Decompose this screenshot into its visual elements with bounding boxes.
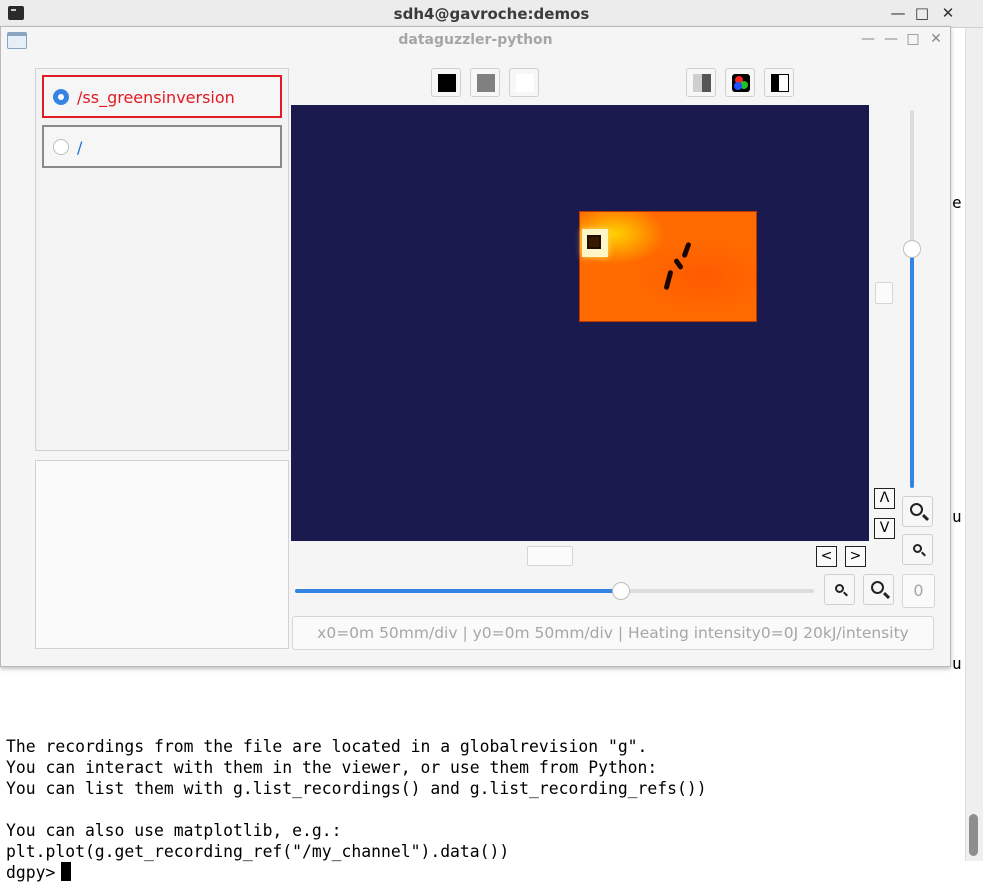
horizontal-slider-fill — [295, 589, 621, 593]
crack-feature — [663, 269, 674, 291]
crack-feature — [681, 241, 692, 259]
minimize-icon[interactable]: — — [889, 4, 907, 22]
gray-color-button[interactable] — [470, 68, 500, 97]
hot-spot-marker — [582, 229, 608, 257]
reset-zoom-button[interactable]: 0 — [902, 574, 935, 608]
terminal-prompt: dgpy> — [6, 863, 56, 882]
rgb-colormap-button[interactable] — [725, 68, 755, 97]
terminal-cursor — [61, 862, 72, 881]
close-icon[interactable]: ✕ — [939, 4, 957, 22]
horizontal-zoom-out-button[interactable] — [824, 574, 855, 605]
image-viewer[interactable] — [291, 105, 869, 541]
terminal-scrollbar-thumb[interactable] — [969, 814, 978, 856]
terminal-scrollbar[interactable] — [965, 28, 983, 861]
app-titlebar: dataguzzler-python — — □ ✕ — [1, 27, 950, 55]
pan-left-button[interactable]: < — [816, 546, 837, 567]
terminal-line: You can interact with them in the viewer… — [6, 758, 658, 777]
maximize-icon[interactable]: □ — [905, 31, 921, 47]
terminal-line: You can list them with g.list_recordings… — [6, 779, 707, 798]
terminal-line: The recordings from the file are located… — [6, 737, 648, 756]
scale-status-bar: x0=0m 50mm/div | y0=0m 50mm/div | Heatin… — [292, 616, 934, 650]
magnifier-icon — [910, 503, 923, 516]
vertical-zoom-in-button[interactable] — [902, 496, 933, 527]
restore-icon[interactable]: — — [883, 31, 899, 47]
terminal-line: You can also use matplotlib, e.g.: — [6, 821, 342, 840]
white-swatch-icon — [516, 74, 534, 92]
heating-intensity-image — [579, 211, 757, 322]
magnifier-icon — [871, 581, 884, 594]
horizontal-slider-handle[interactable] — [612, 582, 630, 600]
rgb-icon — [732, 74, 750, 92]
white-color-button[interactable] — [509, 68, 539, 97]
terminal-text-fragment: u — [952, 507, 962, 526]
pan-up-button[interactable]: Λ — [874, 488, 895, 509]
crack-feature — [673, 257, 684, 271]
terminal-text-fragment: u — [952, 654, 962, 673]
vertical-scroll-handle[interactable] — [875, 282, 893, 304]
horizontal-zoom-in-button[interactable] — [863, 574, 894, 605]
radio-selected-icon[interactable] — [53, 89, 69, 105]
app-title: dataguzzler-python — [398, 32, 553, 48]
pan-down-button[interactable]: V — [874, 518, 895, 539]
vertical-zoom-out-button[interactable] — [902, 534, 933, 565]
black-color-button[interactable] — [431, 68, 461, 97]
black-white-icon — [771, 74, 789, 92]
vertical-slider-handle[interactable] — [903, 240, 921, 258]
gray-swatch-icon — [477, 74, 495, 92]
terminal-prompt-line: dgpy> — [6, 862, 707, 883]
radio-unselected-icon[interactable] — [53, 139, 69, 155]
minimize-icon[interactable]: — — [860, 31, 876, 47]
vertical-slider-fill — [910, 249, 914, 488]
magnifier-small-icon — [913, 544, 922, 553]
terminal-title: sdh4@gavroche:demos — [393, 5, 590, 23]
info-panel — [35, 460, 289, 649]
pan-right-button[interactable]: > — [845, 546, 866, 567]
terminal-line: ​ — [6, 799, 707, 820]
horizontal-scroll-handle[interactable] — [527, 546, 573, 566]
black-swatch-icon — [438, 74, 456, 92]
terminal-titlebar: sdh4@gavroche:demos — □ ✕ — [0, 0, 983, 28]
terminal-text-fragment: e — [952, 193, 962, 212]
recordings-list: /ss_greensinversion / — [35, 68, 289, 451]
magnifier-small-icon — [835, 584, 844, 593]
recording-item-root[interactable]: / — [42, 125, 282, 168]
grayscale-icon — [693, 74, 711, 92]
recording-label: / — [77, 138, 83, 157]
grayscale-colormap-button[interactable] — [686, 68, 716, 97]
app-window: dataguzzler-python — — □ ✕ /ss_greensinv… — [0, 26, 951, 667]
recording-item-ss-greensinversion[interactable]: /ss_greensinversion — [42, 75, 282, 118]
terminal-line: plt.plot(g.get_recording_ref("/my_channe… — [6, 842, 510, 861]
maximize-icon[interactable]: □ — [913, 4, 931, 22]
close-icon[interactable]: ✕ — [928, 31, 944, 47]
recording-label: /ss_greensinversion — [77, 88, 235, 107]
black-white-colormap-button[interactable] — [764, 68, 794, 97]
